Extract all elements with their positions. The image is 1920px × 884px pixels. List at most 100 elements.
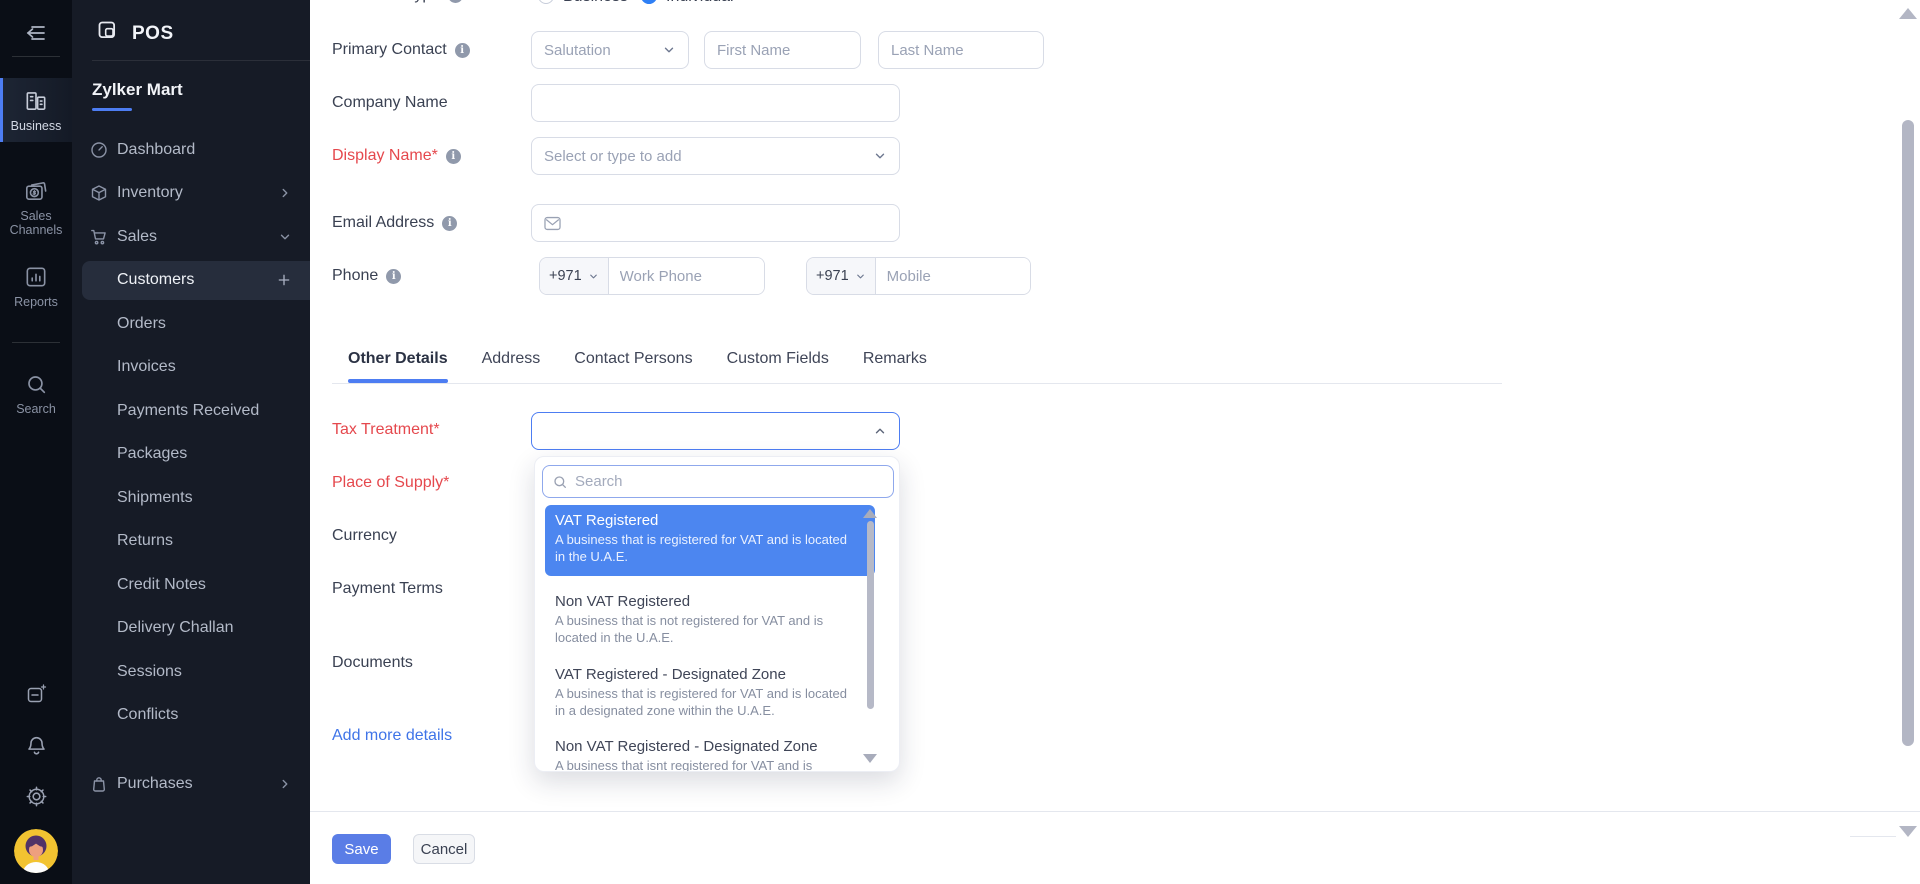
sidebar-item-invoices[interactable]: Invoices <box>72 346 310 390</box>
dropdown-scroll-up-icon[interactable] <box>863 509 877 518</box>
sidebar-item-dashboard[interactable]: Dashboard <box>72 128 310 172</box>
mobile-phone-group: +971 <box>806 257 1031 295</box>
dropdown-scrollbar-thumb[interactable] <box>867 521 874 709</box>
option-title: VAT Registered <box>555 512 659 529</box>
sidebar-item-conflicts[interactable]: Conflicts <box>72 694 310 738</box>
add-more-details-link[interactable]: Add more details <box>332 727 452 745</box>
last-name-input[interactable] <box>879 32 1043 68</box>
save-button[interactable]: Save <box>332 834 391 864</box>
dropdown-search-input[interactable] <box>575 473 884 490</box>
salutation-select[interactable]: Salutation <box>531 31 689 69</box>
register-add-icon[interactable] <box>0 682 72 706</box>
sidebar-item-packages[interactable]: Packages <box>72 433 310 477</box>
mobile-country-code-select[interactable]: +971 <box>807 258 876 294</box>
work-phone-input[interactable] <box>608 258 764 294</box>
search-icon <box>552 474 568 490</box>
sidebar-item-customers[interactable]: Customers <box>72 259 310 303</box>
rail-item-business[interactable]: Business <box>0 88 72 133</box>
option-vat-registered-designated-zone[interactable]: VAT Registered - Designated Zone A busin… <box>545 659 875 727</box>
page-scroll-down-icon[interactable] <box>1899 826 1917 837</box>
rail-item-label: Reports <box>14 295 58 309</box>
user-avatar[interactable] <box>14 829 58 873</box>
customer-type-row: Customer Type i Business Individual <box>310 0 1920 12</box>
dropdown-scroll-down-icon[interactable] <box>863 754 877 763</box>
company-name-label: Company Name <box>332 94 448 111</box>
phone-label-wrap: Phone i <box>332 267 402 285</box>
customer-type-business-radio[interactable] <box>538 0 554 4</box>
info-icon[interactable]: i <box>454 42 470 58</box>
sidebar-item-sales[interactable]: Sales <box>72 215 310 259</box>
chevron-down-icon <box>873 149 887 163</box>
company-name-input[interactable] <box>532 85 899 121</box>
display-name-select[interactable]: Select or type to add <box>531 137 900 175</box>
app-name: POS <box>132 23 174 44</box>
collapse-sidebar-icon[interactable] <box>24 21 48 45</box>
tax-treatment-dropdown: VAT Registered A business that is regist… <box>534 456 900 772</box>
mobile-input[interactable] <box>875 258 1030 294</box>
rail-item-search[interactable]: Search <box>0 372 72 416</box>
chevron-right-icon <box>278 777 292 791</box>
option-description: A business that is registered for VAT an… <box>555 686 847 718</box>
info-icon[interactable]: i <box>445 148 461 164</box>
sidebar-item-orders[interactable]: Orders <box>72 302 310 346</box>
tax-treatment-label: Tax Treatment* <box>332 421 440 438</box>
email-input[interactable] <box>562 205 899 241</box>
sales-cart-icon <box>90 228 108 246</box>
tab-other-details[interactable]: Other Details <box>348 350 448 383</box>
customer-type-individual-label[interactable]: Individual <box>666 0 734 6</box>
chevron-down-icon <box>855 271 866 282</box>
option-non-vat-registered[interactable]: Non VAT Registered A business that is no… <box>545 586 875 654</box>
cancel-button[interactable]: Cancel <box>413 834 475 864</box>
tab-remarks[interactable]: Remarks <box>863 350 927 380</box>
notifications-bell-icon[interactable] <box>0 733 72 758</box>
rail-item-reports[interactable]: Reports <box>0 264 72 309</box>
tab-contact-persons[interactable]: Contact Persons <box>574 350 692 380</box>
option-non-vat-registered-designated-zone[interactable]: Non VAT Registered - Designated Zone A b… <box>545 731 875 771</box>
chevron-right-icon <box>278 186 292 200</box>
tax-treatment-select[interactable] <box>531 412 900 450</box>
sidebar: POS Zylker Mart Dashboard Inventory Sale… <box>72 0 310 884</box>
icon-rail: Business Sales Channels Reports Search <box>0 0 72 884</box>
email-field-box <box>531 204 900 242</box>
option-vat-registered[interactable]: VAT Registered A business that is regist… <box>545 505 875 576</box>
primary-contact-label-wrap: Primary Contact i <box>332 41 470 59</box>
option-description: A business that is not registered for VA… <box>555 613 824 645</box>
page-scrollbar-thumb[interactable] <box>1902 120 1914 746</box>
chevron-down-icon <box>662 43 676 57</box>
rail-item-sales-channels[interactable]: Sales Channels <box>0 178 72 237</box>
sidebar-item-label: Sessions <box>117 662 182 680</box>
display-name-label: Display Name* <box>332 147 438 164</box>
sidebar-item-sessions[interactable]: Sessions <box>72 650 310 694</box>
tab-custom-fields[interactable]: Custom Fields <box>727 350 829 380</box>
add-customer-plus-icon[interactable] <box>276 272 292 288</box>
work-phone-country-code-select[interactable]: +971 <box>540 258 609 294</box>
sidebar-item-credit-notes[interactable]: Credit Notes <box>72 563 310 607</box>
page-scroll-up-icon[interactable] <box>1899 8 1917 19</box>
info-icon[interactable]: i <box>442 215 458 231</box>
purchases-bag-icon <box>90 775 108 793</box>
sidebar-item-payments-received[interactable]: Payments Received <box>72 389 310 433</box>
first-name-input[interactable] <box>705 32 860 68</box>
customer-form: Customer Type i Business Individual Prim… <box>310 0 1920 884</box>
sidebar-item-inventory[interactable]: Inventory <box>72 172 310 216</box>
place-of-supply-label: Place of Supply* <box>332 474 450 491</box>
tab-address[interactable]: Address <box>482 350 541 380</box>
sidebar-divider <box>92 60 310 61</box>
display-name-placeholder: Select or type to add <box>544 147 682 165</box>
customer-type-business-label[interactable]: Business <box>563 0 628 6</box>
org-name[interactable]: Zylker Mart <box>92 80 183 100</box>
footer-divider <box>310 811 1920 812</box>
customer-type-individual-radio[interactable] <box>641 0 657 4</box>
sales-channels-icon <box>0 178 72 204</box>
sidebar-item-purchases[interactable]: Purchases <box>72 762 310 806</box>
info-icon[interactable]: i <box>386 268 402 284</box>
info-icon[interactable]: i <box>448 0 464 3</box>
sidebar-item-shipments[interactable]: Shipments <box>72 476 310 520</box>
settings-gear-icon[interactable] <box>0 784 72 809</box>
sidebar-item-label: Purchases <box>117 774 193 792</box>
bar-chart-icon <box>0 264 72 290</box>
country-code-value: +971 <box>816 268 849 284</box>
sidebar-item-delivery-challan[interactable]: Delivery Challan <box>72 607 310 651</box>
sidebar-item-returns[interactable]: Returns <box>72 520 310 564</box>
currency-label: Currency <box>332 527 397 544</box>
